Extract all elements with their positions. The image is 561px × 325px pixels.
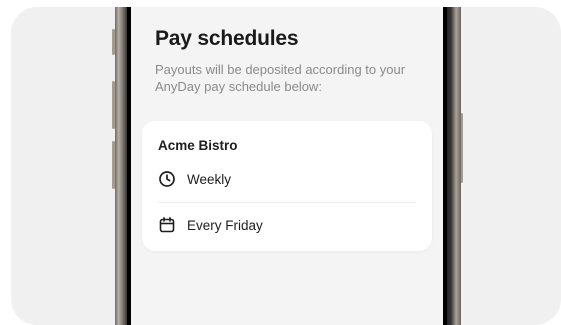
calendar-icon (158, 216, 176, 234)
row-divider (158, 202, 416, 203)
page-title: Pay schedules (155, 27, 299, 50)
payday-label: Every Friday (187, 217, 263, 233)
pay-frequency-row: Weekly (158, 170, 231, 188)
phone-right-edge (447, 7, 461, 325)
payday-row: Every Friday (158, 216, 263, 234)
clock-icon (158, 170, 176, 188)
device-frame: Pay schedules Payouts will be deposited … (11, 7, 561, 325)
page-subtitle: Payouts will be deposited according to y… (155, 62, 406, 94)
phone-side-button (112, 81, 115, 129)
phone-side-button (112, 141, 115, 189)
phone-screen: Pay schedules Payouts will be deposited … (131, 7, 443, 325)
phone-left-edge (115, 7, 127, 325)
phone-side-button (112, 29, 115, 55)
pay-frequency-label: Weekly (187, 171, 232, 187)
employer-name: Acme Bistro (158, 138, 238, 153)
pay-schedule-card: Acme Bistro Weekly Every Friday (142, 121, 432, 251)
